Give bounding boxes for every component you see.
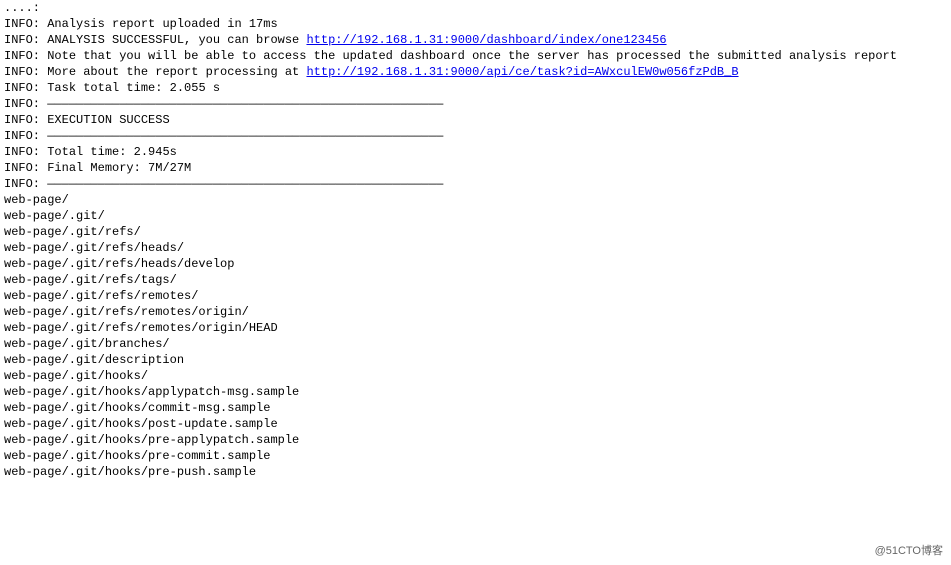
log-prefix: INFO: — [4, 177, 40, 191]
log-msg: Total time: 2.945s — [47, 145, 177, 159]
log-line: INFO: Final Memory: 7M/27M — [4, 160, 947, 176]
file-path: web-page/.git/refs/remotes/origin/HEAD — [4, 320, 947, 336]
log-line: INFO: Note that you will be able to acce… — [4, 48, 947, 64]
log-line: INFO: Analysis report uploaded in 17ms — [4, 16, 947, 32]
log-prefix: INFO: — [4, 97, 40, 111]
file-path: web-page/.git/refs/heads/develop — [4, 256, 947, 272]
file-path: web-page/.git/hooks/pre-push.sample — [4, 464, 947, 480]
log-msg: More about the report processing at http… — [47, 65, 738, 79]
file-path: web-page/.git/refs/ — [4, 224, 947, 240]
file-path: web-page/.git/refs/remotes/origin/ — [4, 304, 947, 320]
file-path: web-page/ — [4, 192, 947, 208]
separator-text: ————————————————————————————————————————… — [47, 177, 443, 191]
file-path: web-page/.git/hooks/pre-applypatch.sampl… — [4, 432, 947, 448]
log-prefix: INFO: — [4, 129, 40, 143]
dashboard-link[interactable]: http://192.168.1.31:9000/dashboard/index… — [306, 33, 666, 47]
log-line-truncated: ....: — [4, 0, 947, 16]
file-path: web-page/.git/description — [4, 352, 947, 368]
watermark-text: @51CTO博客 — [875, 543, 943, 559]
log-prefix: INFO: — [4, 81, 40, 95]
file-path: web-page/.git/hooks/post-update.sample — [4, 416, 947, 432]
log-msg: Final Memory: 7M/27M — [47, 161, 191, 175]
file-path: web-page/.git/refs/heads/ — [4, 240, 947, 256]
log-prefix: INFO: — [4, 33, 40, 47]
log-prefix: INFO: — [4, 17, 40, 31]
log-line: INFO: More about the report processing a… — [4, 64, 947, 80]
file-path: web-page/.git/hooks/ — [4, 368, 947, 384]
file-path: web-page/.git/branches/ — [4, 336, 947, 352]
file-path: web-page/.git/hooks/commit-msg.sample — [4, 400, 947, 416]
log-prefix: INFO: — [4, 113, 40, 127]
log-line-separator: INFO: ——————————————————————————————————… — [4, 96, 947, 112]
log-prefix: INFO: — [4, 161, 40, 175]
file-path: web-page/.git/hooks/applypatch-msg.sampl… — [4, 384, 947, 400]
log-prefix: INFO: — [4, 145, 40, 159]
log-msg: ANALYSIS SUCCESSFUL, you can browse http… — [47, 33, 666, 47]
log-msg: Analysis report uploaded in 17ms — [47, 17, 277, 31]
file-path: web-page/.git/ — [4, 208, 947, 224]
console-output: ....: INFO: Analysis report uploaded in … — [0, 0, 951, 480]
log-prefix: ....: — [4, 1, 40, 15]
log-line-separator: INFO: ——————————————————————————————————… — [4, 176, 947, 192]
separator-text: ————————————————————————————————————————… — [47, 97, 443, 111]
log-prefix: INFO: — [4, 65, 40, 79]
file-path: web-page/.git/refs/tags/ — [4, 272, 947, 288]
log-line-separator: INFO: ——————————————————————————————————… — [4, 128, 947, 144]
task-link[interactable]: http://192.168.1.31:9000/api/ce/task?id=… — [306, 65, 738, 79]
log-line: INFO: EXECUTION SUCCESS — [4, 112, 947, 128]
log-msg: Note that you will be able to access the… — [47, 49, 897, 63]
log-msg: Task total time: 2.055 s — [47, 81, 220, 95]
separator-text: ————————————————————————————————————————… — [47, 129, 443, 143]
log-line: INFO: Task total time: 2.055 s — [4, 80, 947, 96]
log-line: INFO: Total time: 2.945s — [4, 144, 947, 160]
log-line: INFO: ANALYSIS SUCCESSFUL, you can brows… — [4, 32, 947, 48]
log-prefix: INFO: — [4, 49, 40, 63]
file-path: web-page/.git/hooks/pre-commit.sample — [4, 448, 947, 464]
file-path: web-page/.git/refs/remotes/ — [4, 288, 947, 304]
log-msg: EXECUTION SUCCESS — [47, 113, 169, 127]
